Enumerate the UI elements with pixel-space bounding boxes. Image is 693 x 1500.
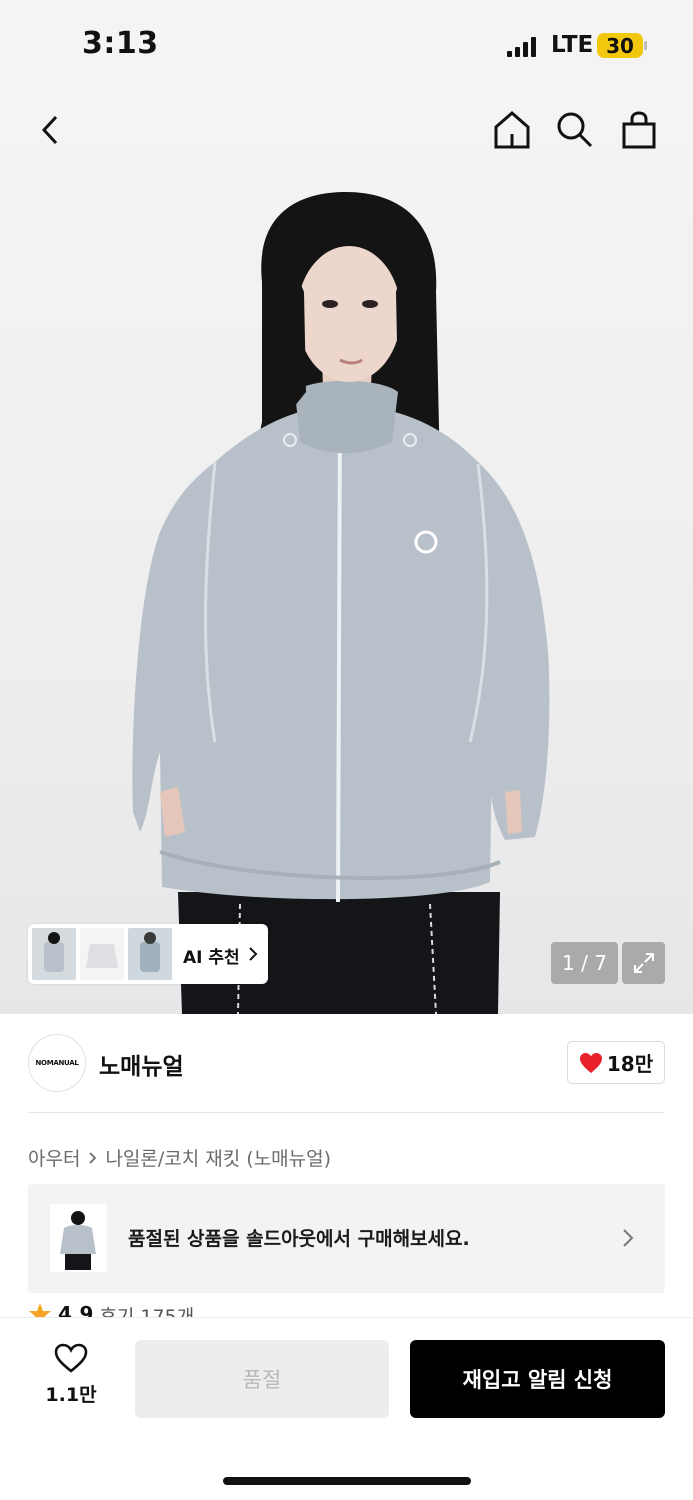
home-indicator	[223, 1477, 471, 1485]
brand-like-button[interactable]: 18만	[567, 1041, 665, 1084]
bottom-action-bar: 1.1만 품절 재입고 알림 신청	[0, 1317, 693, 1500]
ai-recommend-button[interactable]: AI 추천	[28, 924, 268, 984]
product-gallery[interactable]: AI 추천 1 / 7	[0, 92, 693, 1014]
soldout-button: 품절	[135, 1340, 389, 1418]
home-button[interactable]	[490, 108, 534, 152]
brand-logo-text: NOMANUAL	[35, 1059, 79, 1067]
soldout-thumbnail	[50, 1204, 107, 1272]
chevron-right-icon	[249, 947, 258, 961]
back-button[interactable]	[28, 108, 72, 152]
chevron-right-icon	[89, 1151, 97, 1164]
soldout-banner[interactable]: 품절된 상품을 솔드아웃에서 구매해보세요.	[28, 1184, 665, 1293]
search-button[interactable]	[553, 108, 597, 152]
breadcrumb: 아우터 나일론/코치 재킷 (노매뉴얼)	[28, 1144, 331, 1171]
breadcrumb-category[interactable]: 아우터	[28, 1144, 80, 1171]
cart-button[interactable]	[617, 108, 661, 152]
status-time: 3:13	[82, 26, 159, 61]
product-image	[132, 192, 550, 1014]
brand-name[interactable]: 노매뉴얼	[99, 1047, 184, 1081]
brand-like-count: 18만	[606, 1052, 654, 1076]
soldout-banner-text: 품절된 상품을 솔드아웃에서 구매해보세요.	[128, 1228, 470, 1250]
wishlist-button[interactable]: 1.1만	[40, 1342, 102, 1412]
ai-recommend-label: AI 추천	[183, 948, 240, 968]
status-bar: 3:13 LTE 30	[0, 0, 693, 92]
breadcrumb-subcategory[interactable]: 나일론/코치 재킷 (노매뉴얼)	[105, 1144, 331, 1171]
image-counter: 1 / 7	[551, 942, 618, 984]
divider	[28, 1112, 665, 1113]
brand-row: NOMANUAL 노매뉴얼 18만	[0, 1014, 693, 1114]
chevron-left-icon	[41, 115, 58, 145]
wishlist-count: 1.1만	[45, 1384, 97, 1406]
heart-outline-icon	[54, 1343, 88, 1373]
battery-level: 30	[606, 34, 634, 58]
expand-button[interactable]	[622, 942, 665, 984]
signal-icon	[507, 37, 539, 57]
shopping-bag-icon	[622, 111, 656, 149]
network-label: LTE	[551, 32, 594, 58]
battery-cap	[644, 41, 647, 50]
recommend-thumbnail[interactable]	[80, 928, 124, 980]
recommend-thumbnail[interactable]	[128, 928, 172, 980]
search-icon	[557, 112, 593, 148]
home-icon	[494, 111, 530, 149]
recommend-thumbnail[interactable]	[32, 928, 76, 980]
chevron-right-icon	[623, 1229, 634, 1247]
brand-logo[interactable]: NOMANUAL	[28, 1034, 86, 1092]
restock-alert-button[interactable]: 재입고 알림 신청	[410, 1340, 665, 1418]
heart-filled-icon	[579, 1052, 602, 1073]
expand-icon	[633, 953, 654, 973]
battery-icon: 30	[597, 33, 643, 58]
